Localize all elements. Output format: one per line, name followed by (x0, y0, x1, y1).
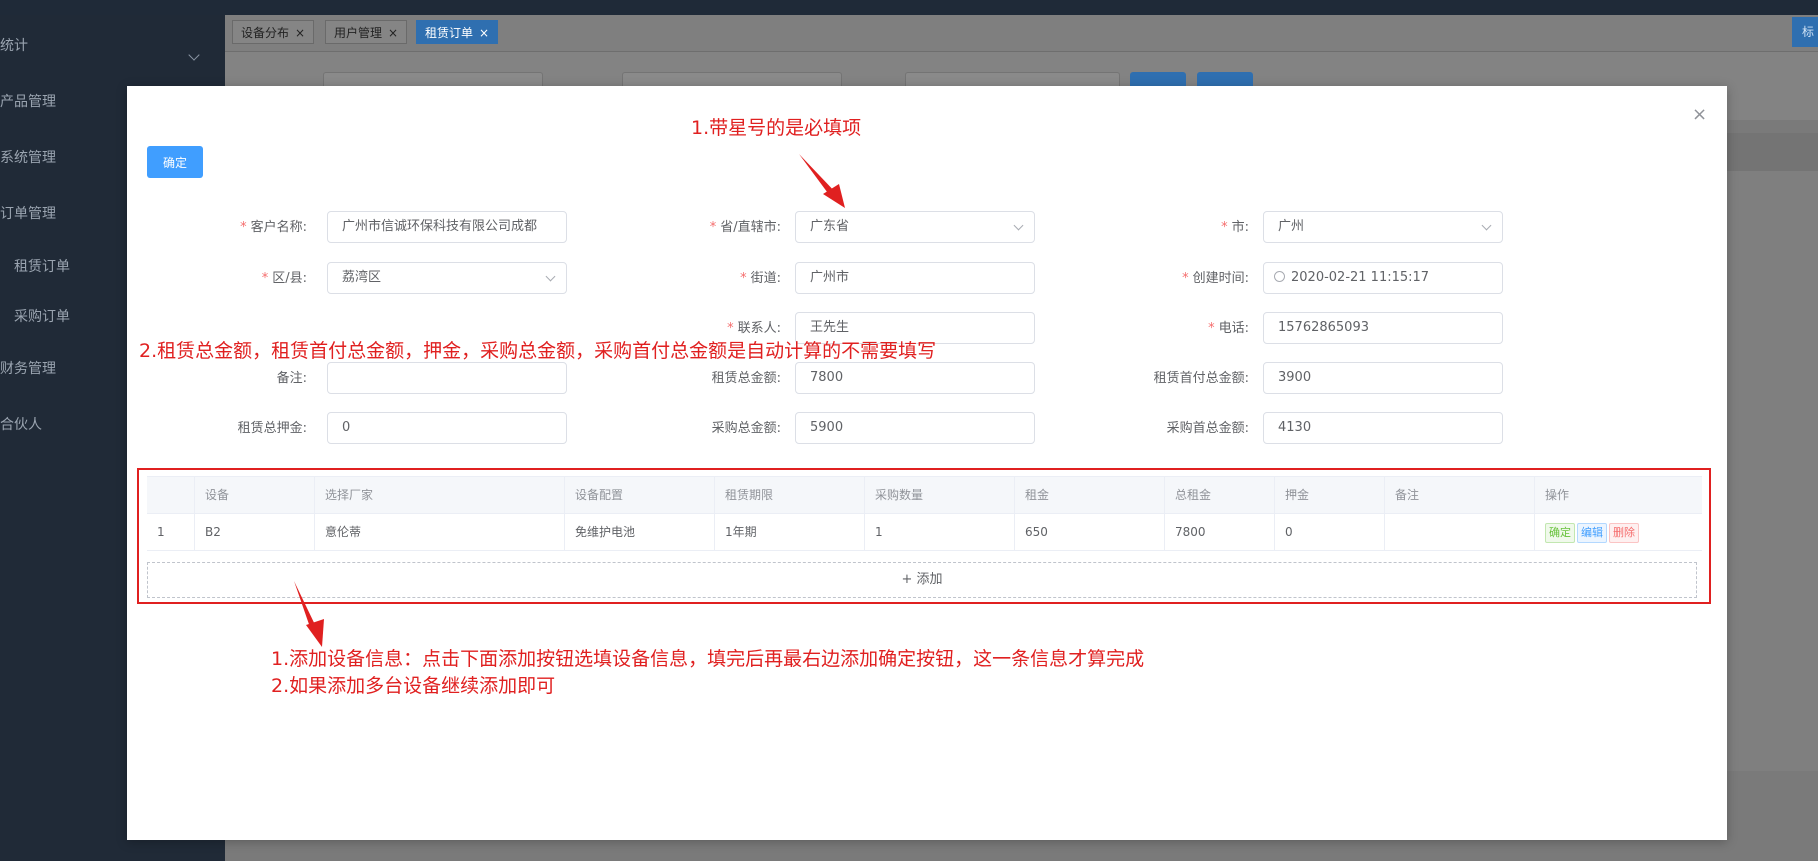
purchase-total-input[interactable]: 5900 (795, 412, 1035, 444)
clock-icon (1274, 271, 1285, 282)
customer-name-input[interactable]: 广州市信诚环保科技有限公司成都 (327, 211, 567, 243)
sidebar-item-products[interactable]: 产品管理 (0, 91, 56, 111)
cell-config[interactable]: 免维护电池 (565, 514, 715, 550)
remark-label: 备注: (276, 371, 307, 386)
confirm-button[interactable]: 确定 (147, 146, 203, 178)
created-time-picker[interactable]: 2020-02-21 11:15:17 (1263, 262, 1503, 294)
sidebar-item-purchase-orders[interactable]: 采购订单 (14, 306, 70, 326)
close-icon[interactable]: × (388, 26, 398, 40)
sidebar-item-system[interactable]: 系统管理 (0, 147, 56, 167)
top-bar (0, 0, 1818, 15)
cell-index: 1 (147, 514, 195, 550)
col-manufacturer: 选择厂家 (315, 477, 565, 513)
province-select[interactable]: 广东省 (795, 211, 1035, 243)
tab-label: 租赁订单 (425, 26, 474, 40)
purchase-down-total-label: 采购首总金额: (1166, 421, 1249, 436)
province-label: * 省/直辖市: (709, 220, 781, 235)
street-label: * 街道: (740, 271, 781, 286)
remark-input[interactable] (327, 362, 567, 394)
purchase-down-total-input[interactable]: 4130 (1263, 412, 1503, 444)
close-icon[interactable]: × (295, 26, 305, 40)
sidebar-item-partners[interactable]: 合伙人 (0, 414, 42, 434)
col-deposit: 押金 (1275, 477, 1385, 513)
phone-input[interactable]: 15762865093 (1263, 312, 1503, 344)
cell-quantity[interactable]: 1 (865, 514, 1015, 550)
col-actions: 操作 (1545, 488, 1570, 502)
equipment-table: 设备 选择厂家 设备配置 租赁期限 采购数量 租金 总租金 押金 备注 操作 1… (147, 476, 1702, 551)
cell-device[interactable]: B2 (195, 514, 315, 550)
table-row: 1 B2 意伦蒂 免维护电池 1年期 1 650 7800 0 确定 编辑 删除 (147, 514, 1702, 551)
tab-label: 用户管理 (334, 26, 383, 40)
col-device: 设备 (195, 477, 315, 513)
customer-name-label: * 客户名称: (240, 220, 307, 235)
cell-total-rent: 7800 (1165, 514, 1275, 550)
required-fields-note: 1.带星号的是必填项 (691, 117, 862, 139)
chevron-down-icon (1013, 220, 1024, 231)
rent-total-input[interactable]: 7800 (795, 362, 1035, 394)
col-quantity: 采购数量 (865, 477, 1015, 513)
rent-total-label: 租赁总金额: (711, 371, 781, 386)
cell-manufacturer[interactable]: 意伦蒂 (315, 514, 565, 550)
district-select[interactable]: 荔湾区 (327, 262, 567, 294)
street-input[interactable]: 广州市 (795, 262, 1035, 294)
col-total-rent: 总租金 (1165, 477, 1275, 513)
tab-label: 设备分布 (241, 26, 290, 40)
order-dialog: × 确定 1.带星号的是必填项 * 客户名称: 广州市信诚环保科技有限公司成都 *… (127, 86, 1727, 840)
chevron-down-icon (1481, 220, 1492, 231)
chevron-down-icon (188, 49, 200, 61)
close-icon[interactable]: × (479, 26, 489, 40)
row-edit-button[interactable]: 编辑 (1577, 523, 1607, 543)
contact-label: * 联系人: (727, 321, 781, 336)
add-device-button[interactable]: + 添加 (147, 562, 1697, 598)
cell-term[interactable]: 1年期 (715, 514, 865, 550)
col-term: 租赁期限 (715, 477, 865, 513)
rent-deposit-input[interactable]: 0 (327, 412, 567, 444)
right-tag[interactable]: 标 (1792, 17, 1818, 47)
sidebar-item-finance[interactable]: 财务管理 (0, 358, 56, 378)
red-arrow-icon (294, 581, 324, 647)
purchase-total-label: 采购总金额: (711, 421, 781, 436)
cell-deposit[interactable]: 0 (1275, 514, 1385, 550)
table-header: 设备 选择厂家 设备配置 租赁期限 采购数量 租金 总租金 押金 备注 操作 (147, 476, 1702, 514)
phone-label: * 电话: (1208, 321, 1249, 336)
rent-deposit-label: 租赁总押金: (237, 421, 307, 436)
col-index (147, 477, 195, 513)
sidebar-item-stats[interactable]: 统计 (0, 35, 28, 55)
rent-down-total-label: 租赁首付总金额: (1153, 371, 1249, 386)
table-body-strip (1727, 171, 1818, 771)
row-delete-button[interactable]: 删除 (1609, 523, 1639, 543)
row-confirm-button[interactable]: 确定 (1545, 523, 1575, 543)
table-header-strip (1727, 133, 1818, 171)
sidebar-item-rental-orders[interactable]: 租赁订单 (14, 256, 70, 276)
cell-rent[interactable]: 650 (1015, 514, 1165, 550)
col-config: 设备配置 (565, 477, 715, 513)
city-label: * 市: (1221, 220, 1249, 235)
close-icon[interactable]: × (1692, 104, 1707, 125)
cell-remark[interactable] (1385, 514, 1535, 550)
tab-rental-orders[interactable]: 租赁订单 × (416, 20, 499, 44)
city-select[interactable]: 广州 (1263, 211, 1503, 243)
chevron-down-icon (545, 271, 556, 282)
multi-device-note: 2.如果添加多台设备继续添加即可 (271, 675, 556, 697)
auto-calc-note: 2.租赁总金额，租赁首付总金额，押金，采购总金额，采购首付总金额是自动计算的不需… (139, 340, 937, 362)
sidebar-item-orders[interactable]: 订单管理 (0, 203, 56, 223)
tab-user-management[interactable]: 用户管理 × (325, 20, 408, 44)
district-label: * 区/县: (261, 271, 307, 286)
created-time-label: * 创建时间: (1182, 271, 1249, 286)
red-arrow-icon (799, 154, 845, 208)
tab-device-distribution[interactable]: 设备分布 × (232, 20, 315, 44)
rent-down-total-input[interactable]: 3900 (1263, 362, 1503, 394)
col-rent: 租金 (1015, 477, 1165, 513)
col-remark: 备注 (1385, 477, 1535, 513)
add-device-note: 1.添加设备信息：点击下面添加按钮选填设备信息，填完后再最右边添加确定按钮，这一… (271, 648, 1145, 670)
cell-actions: 确定 编辑 删除 (1535, 514, 1702, 550)
